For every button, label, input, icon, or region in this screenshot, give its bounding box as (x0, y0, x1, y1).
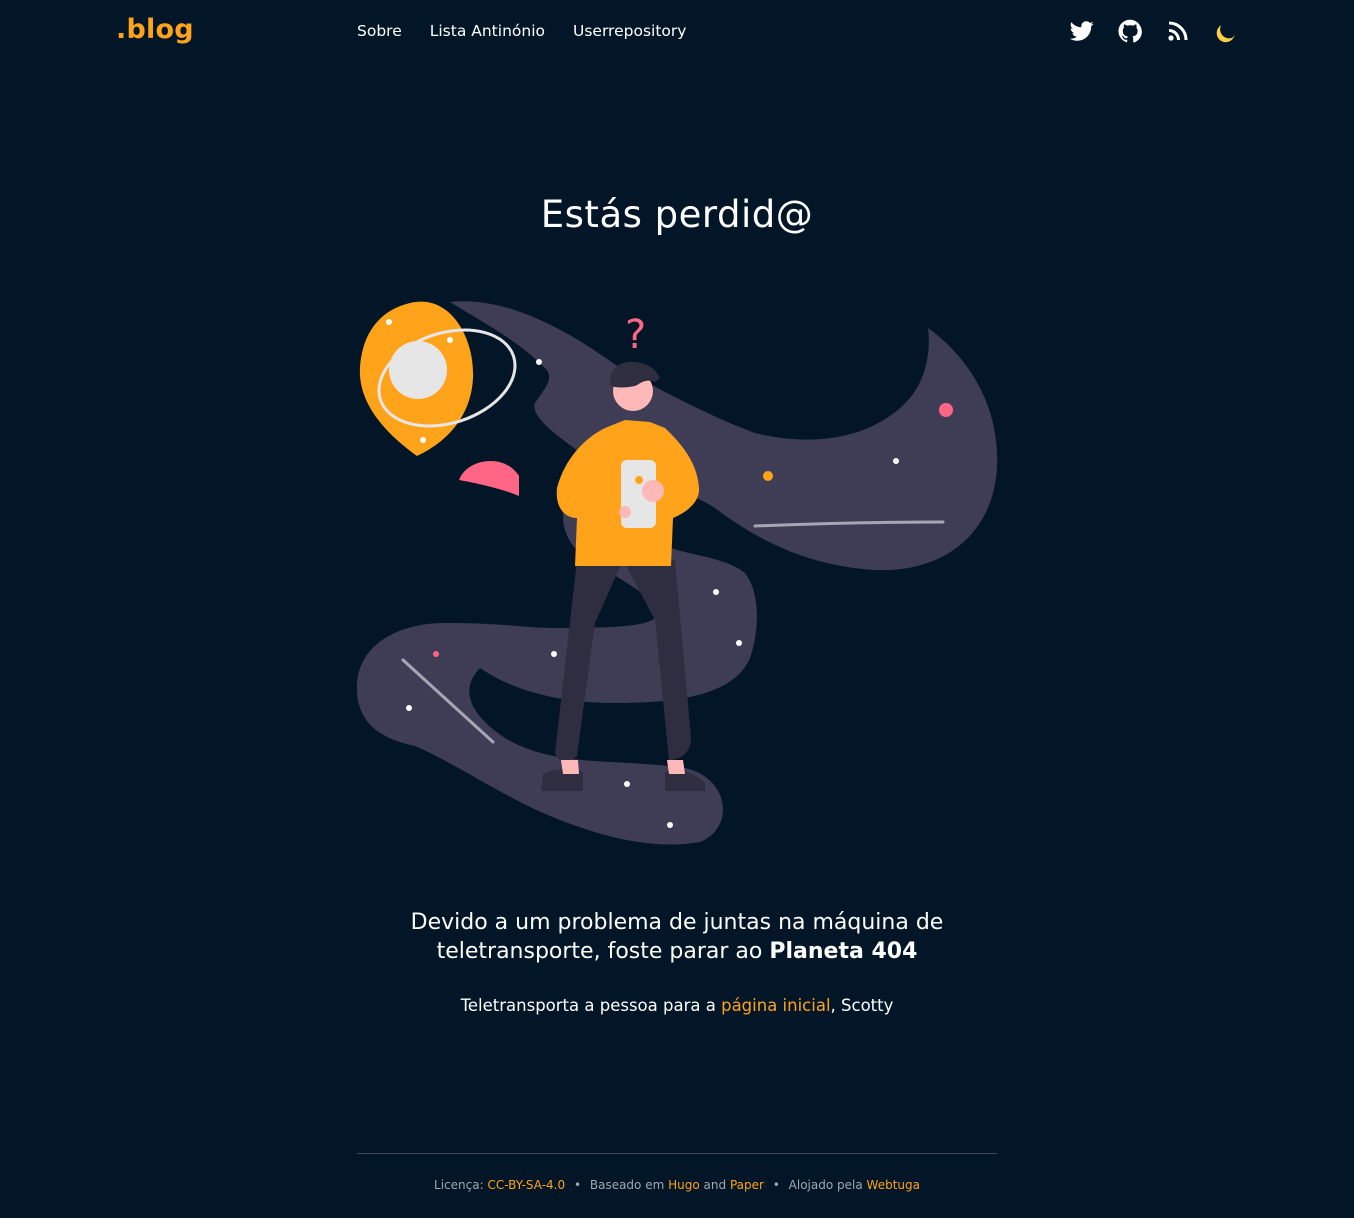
page-title: Estás perdid@ (540, 193, 814, 236)
nav-item-sobre[interactable]: Sobre (357, 22, 402, 40)
question-mark-icon: ? (625, 312, 646, 358)
home-cta: Teletransporta a pessoa para a página in… (0, 996, 1354, 1015)
license-label: Licença: (434, 1178, 484, 1192)
based-on-label: Baseado em (589, 1178, 665, 1192)
paper-link[interactable]: Paper (730, 1178, 764, 1192)
pink-moon (459, 460, 519, 496)
footer-separator: • (772, 1178, 780, 1192)
hosted-by-label: Alojado pela (788, 1178, 863, 1192)
main-nav: Sobre Lista Antinónio Userrepository (357, 22, 686, 40)
site-logo-link[interactable]: .blog (116, 14, 194, 45)
home-page-link[interactable]: página inicial (721, 996, 830, 1015)
page: .blog Sobre Lista Antinónio Userreposito… (0, 0, 1354, 1218)
planet-crater (389, 341, 447, 399)
planet-404-label: Planeta 404 (769, 939, 918, 964)
lost-astronaut-illustration: ? (355, 298, 999, 848)
and-text: and (703, 1178, 727, 1192)
footer-separator: • (573, 1178, 582, 1192)
social-links (1070, 19, 1238, 43)
hugo-link[interactable]: Hugo (668, 1178, 700, 1192)
cta-prefix: Teletransporta a pessoa para a (460, 996, 722, 1015)
site-footer: Licença: CC-BY-SA-4.0 • Baseado em Hugo … (0, 1178, 1354, 1192)
github-icon[interactable] (1118, 19, 1142, 43)
cta-suffix: , Scotty (830, 996, 894, 1015)
nav-item-userrepository[interactable]: Userrepository (573, 22, 686, 40)
rss-icon[interactable] (1166, 19, 1190, 43)
site-header: .blog Sobre Lista Antinónio Userreposito… (0, 0, 1354, 64)
twitter-icon[interactable] (1070, 19, 1094, 43)
error-message: Devido a um problema de juntas na máquin… (377, 908, 977, 966)
nav-item-lista-antinonio[interactable]: Lista Antinónio (430, 22, 545, 40)
footer-divider (357, 1153, 997, 1154)
webtuga-link[interactable]: Webtuga (867, 1178, 920, 1192)
theme-toggle-moon-icon[interactable] (1214, 19, 1238, 43)
license-link[interactable]: CC-BY-SA-4.0 (487, 1178, 565, 1192)
